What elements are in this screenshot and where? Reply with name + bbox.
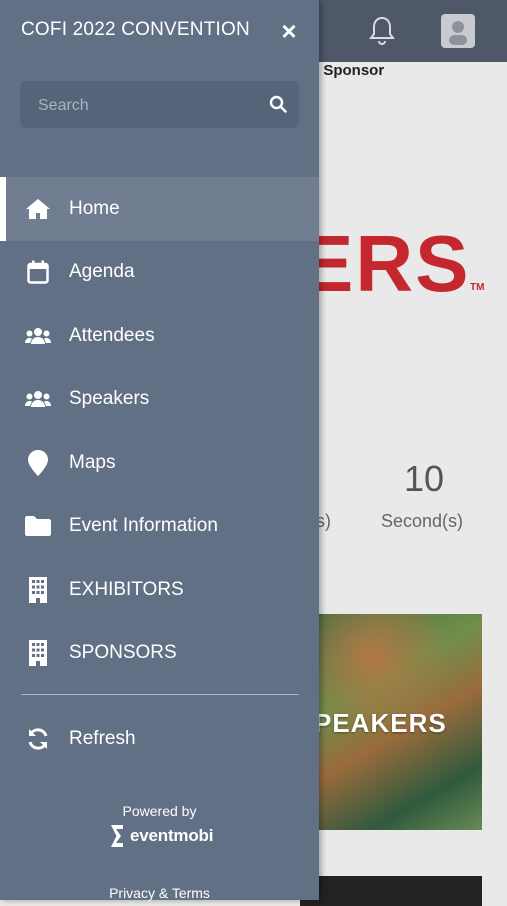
eventmobi-icon — [111, 825, 123, 847]
avatar[interactable] — [441, 14, 475, 48]
menu-item-label: Attendees — [69, 324, 155, 346]
refresh-icon — [25, 726, 51, 752]
building-icon — [25, 576, 51, 603]
menu-item-exhibitors[interactable]: EXHIBITORS — [0, 558, 319, 622]
people-icon — [25, 323, 51, 349]
trademark-mark: TM — [470, 282, 485, 293]
menu-item-home[interactable]: Home — [0, 177, 319, 241]
search-box — [20, 81, 299, 130]
menu-item-agenda[interactable]: Agenda — [0, 241, 319, 305]
home-icon — [25, 196, 51, 222]
drawer-menu: Home Agenda Attendees Speakers Maps Even… — [0, 177, 319, 685]
event-logo: ERS — [300, 219, 471, 308]
menu-item-label: EXHIBITORS — [69, 578, 184, 600]
menu-divider — [21, 694, 299, 695]
menu-item-event-information[interactable]: Event Information — [0, 495, 319, 559]
menu-item-label: Home — [69, 197, 120, 219]
calendar-icon — [25, 259, 51, 285]
refresh-label: Refresh — [69, 727, 136, 749]
close-button[interactable]: × — [277, 18, 301, 44]
people-icon — [25, 386, 51, 412]
search-input[interactable] — [36, 81, 260, 130]
menu-item-label: SPONSORS — [69, 642, 177, 664]
folder-icon — [25, 513, 51, 539]
sponsor-text: p Sponsor — [310, 62, 385, 79]
countdown-value: 10 — [404, 458, 445, 499]
map-pin-icon — [25, 449, 51, 476]
bell-icon[interactable] — [365, 14, 399, 48]
menu-item-label: Agenda — [69, 261, 135, 283]
content-tile[interactable] — [300, 876, 482, 906]
refresh-button[interactable]: Refresh — [0, 707, 319, 770]
menu-item-maps[interactable]: Maps — [0, 431, 319, 495]
building-icon — [25, 640, 51, 667]
brand-name: eventmobi — [130, 826, 214, 845]
eventmobi-logo[interactable]: eventmobi — [108, 823, 213, 849]
speakers-tile-label: PEAKERS — [314, 708, 447, 738]
search-icon[interactable] — [269, 95, 287, 113]
drawer-title: COFI 2022 CONVENTION — [21, 19, 250, 40]
menu-item-sponsors[interactable]: SPONSORS — [0, 622, 319, 686]
menu-item-speakers[interactable]: Speakers — [0, 368, 319, 432]
powered-by-text: Powered by — [122, 803, 197, 819]
countdown-label: Second(s) — [381, 511, 464, 531]
menu-item-label: Maps — [69, 451, 116, 473]
navigation-drawer: COFI 2022 CONVENTION × Home Agenda Atten… — [0, 0, 319, 901]
menu-item-attendees[interactable]: Attendees — [0, 304, 319, 368]
menu-item-label: Speakers — [69, 388, 150, 410]
privacy-terms-link[interactable]: Privacy & Terms — [0, 885, 319, 901]
menu-item-label: Event Information — [69, 515, 218, 537]
